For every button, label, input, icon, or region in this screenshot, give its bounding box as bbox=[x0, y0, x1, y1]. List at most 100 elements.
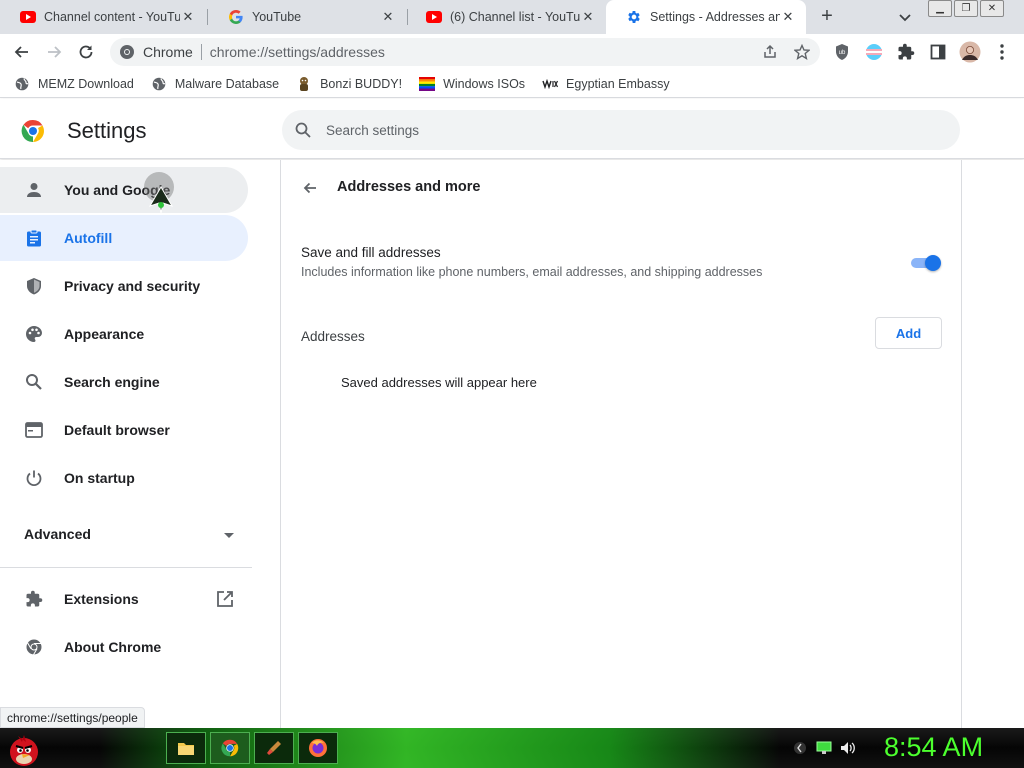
settings-header: Settings bbox=[0, 99, 1024, 159]
reload-icon[interactable] bbox=[76, 42, 96, 62]
taskbar-clock[interactable]: 8:54 AM bbox=[884, 732, 983, 763]
start-button-angry-bird-icon[interactable] bbox=[4, 730, 46, 768]
kebab-menu-icon[interactable] bbox=[992, 42, 1012, 62]
tab-youtube[interactable]: YouTube ✕ bbox=[208, 0, 406, 34]
sidebar-item-extensions[interactable]: Extensions bbox=[0, 576, 248, 622]
youtube-icon bbox=[20, 9, 36, 25]
sidebar-item-search-engine[interactable]: Search engine bbox=[0, 359, 248, 405]
close-icon[interactable]: ✕ bbox=[380, 9, 396, 25]
globe-icon bbox=[151, 76, 167, 92]
google-icon bbox=[228, 9, 244, 25]
sidebar-item-label: On startup bbox=[64, 470, 135, 486]
tab-channel-list[interactable]: (6) Channel list - YouTube ✕ bbox=[406, 0, 606, 34]
sidebar-item-default-browser[interactable]: Default browser bbox=[0, 407, 248, 453]
tab-title: (6) Channel list - YouTube bbox=[450, 10, 580, 24]
share-icon[interactable] bbox=[762, 44, 778, 60]
globe-icon bbox=[14, 76, 30, 92]
tab-search-icon[interactable] bbox=[896, 8, 914, 26]
restore-icon[interactable]: ❐ bbox=[954, 0, 978, 17]
chrome-logo-icon bbox=[21, 119, 45, 143]
bookmark-label: Malware Database bbox=[174, 76, 280, 91]
sidebar-item-autofill[interactable]: Autofill bbox=[0, 215, 248, 261]
bookmark-malware-database[interactable]: Malware Database bbox=[151, 76, 279, 92]
advanced-toggle[interactable]: Advanced bbox=[24, 526, 234, 542]
bookmark-windows-isos[interactable]: Windows ISOs bbox=[419, 76, 525, 92]
close-icon[interactable]: ✕ bbox=[180, 9, 196, 25]
browser-icon bbox=[24, 420, 44, 440]
mouse-cursor-icon bbox=[148, 186, 174, 214]
tab-title: YouTube bbox=[252, 10, 302, 24]
bookmark-egyptian-embassy[interactable]: Egyptian Embassy bbox=[542, 76, 670, 92]
sidebar-divider bbox=[0, 567, 252, 568]
new-tab-button[interactable]: + bbox=[816, 6, 838, 28]
taskbar-chrome-icon[interactable] bbox=[210, 732, 250, 764]
puzzle-icon[interactable] bbox=[896, 42, 916, 62]
clipboard-icon bbox=[24, 228, 44, 248]
ublock-icon[interactable]: ub bbox=[832, 42, 852, 62]
add-address-button[interactable]: Add bbox=[875, 317, 942, 349]
settings-search[interactable] bbox=[282, 110, 960, 150]
chevron-down-icon bbox=[224, 526, 234, 542]
sidebar-item-label: Search engine bbox=[64, 374, 160, 390]
wix-icon bbox=[542, 76, 559, 92]
sidebar-item-on-startup[interactable]: On startup bbox=[0, 455, 248, 501]
back-arrow-icon[interactable] bbox=[12, 42, 32, 62]
toggle-knob bbox=[925, 255, 941, 271]
bookmark-label: Windows ISOs bbox=[443, 76, 526, 91]
close-icon[interactable]: ✕ bbox=[780, 9, 796, 25]
tab-title: Channel content - YouTube bbox=[44, 10, 180, 24]
sidebar-item-privacy-and-security[interactable]: Privacy and security bbox=[0, 263, 248, 309]
rainbow-flag-icon bbox=[419, 76, 436, 92]
omnibox-url[interactable]: chrome://settings/addresses bbox=[210, 44, 385, 60]
bonzi-icon bbox=[296, 76, 312, 92]
sidebar-item-label: Appearance bbox=[64, 326, 145, 342]
youtube-icon bbox=[426, 9, 442, 25]
side-panel-icon[interactable] bbox=[928, 42, 948, 62]
taskbar-firefox-icon[interactable] bbox=[298, 732, 338, 764]
taskbar-file-explorer-icon[interactable] bbox=[166, 732, 206, 764]
tab-channel-content[interactable]: Channel content - YouTube ✕ bbox=[0, 0, 206, 34]
minimize-icon[interactable]: ▁ bbox=[928, 0, 952, 17]
sidebar-item-about-chrome[interactable]: About Chrome bbox=[0, 624, 248, 670]
close-icon[interactable]: ✕ bbox=[580, 9, 596, 25]
person-icon bbox=[24, 180, 44, 200]
tab-settings[interactable]: Settings - Addresses and more ✕ bbox=[606, 0, 806, 34]
puzzle-icon bbox=[24, 589, 44, 609]
window-close-icon[interactable]: ✕ bbox=[980, 0, 1004, 17]
tray-chevron-icon[interactable] bbox=[792, 740, 808, 756]
palette-icon bbox=[24, 324, 44, 344]
sidebar-item-appearance[interactable]: Appearance bbox=[0, 311, 248, 357]
bookmark-label: Bonzi BUDDY! bbox=[320, 76, 403, 91]
search-icon bbox=[24, 372, 44, 392]
flag-extension-icon[interactable] bbox=[864, 42, 884, 62]
bookmark-bonzi-buddy[interactable]: Bonzi BUDDY! bbox=[296, 76, 402, 92]
address-bar[interactable]: Chrome chrome://settings/addresses bbox=[110, 38, 820, 66]
sidebar-item-you-and-google[interactable]: You and Google bbox=[0, 167, 248, 213]
forward-arrow-icon[interactable] bbox=[44, 42, 64, 62]
tray-monitor-icon[interactable] bbox=[816, 740, 832, 756]
addresses-card: Addresses and more Save and fill address… bbox=[280, 160, 962, 728]
bookmarks-bar: MEMZ Download Malware Database Bonzi BUD… bbox=[0, 70, 1024, 98]
shield-icon bbox=[24, 276, 44, 296]
avatar[interactable] bbox=[958, 40, 982, 64]
sidebar-item-label: Default browser bbox=[64, 422, 170, 438]
save-fill-description: Includes information like phone numbers,… bbox=[301, 265, 763, 279]
omnibox-chip: Chrome bbox=[143, 44, 193, 60]
window-controls: ▁ ❐ ✕ bbox=[926, 0, 1004, 17]
addresses-label: Addresses bbox=[301, 329, 365, 344]
volume-icon[interactable] bbox=[840, 740, 856, 756]
svg-text:ub: ub bbox=[839, 50, 846, 56]
sidebar-item-label: About Chrome bbox=[64, 639, 162, 655]
chrome-icon bbox=[119, 44, 135, 60]
save-fill-toggle[interactable] bbox=[909, 255, 943, 271]
bookmark-memz[interactable]: MEMZ Download bbox=[14, 76, 134, 92]
sidebar-item-label: Extensions bbox=[64, 591, 139, 607]
omnibox-divider bbox=[200, 44, 202, 60]
search-input[interactable] bbox=[326, 122, 826, 138]
advanced-label: Advanced bbox=[24, 526, 91, 542]
taskbar-paint-icon[interactable] bbox=[254, 732, 294, 764]
search-icon bbox=[294, 121, 312, 139]
bookmark-star-icon[interactable] bbox=[793, 43, 811, 60]
back-arrow-icon[interactable] bbox=[301, 179, 319, 197]
taskbar: 8:54 AM bbox=[0, 728, 1024, 768]
